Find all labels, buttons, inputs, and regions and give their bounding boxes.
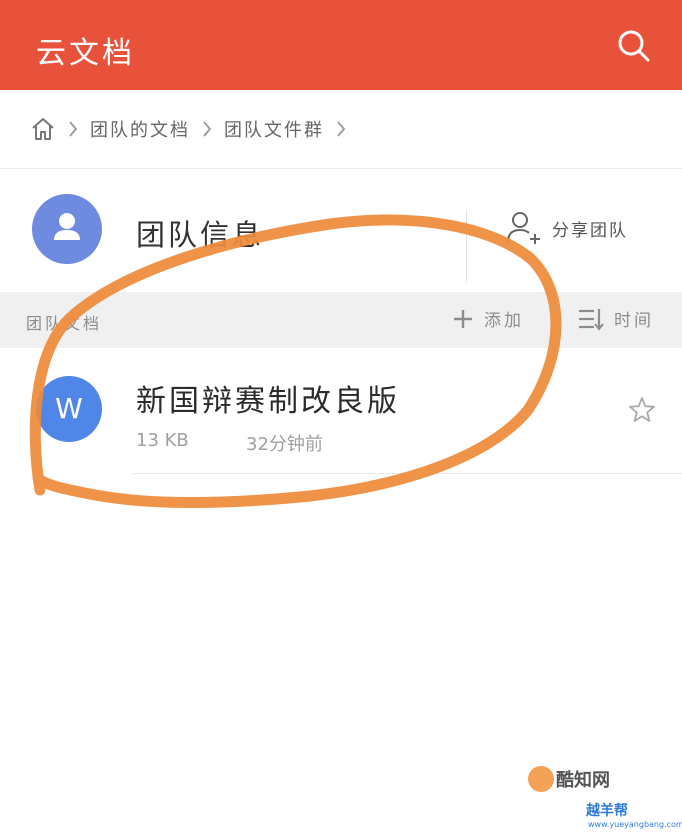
watermark-circle-icon [528, 766, 554, 792]
breadcrumb: 团队的文档 团队文件群 [0, 90, 682, 169]
watermark-text-secondary: 越羊帮 [586, 803, 628, 819]
file-list-item[interactable]: W 新国辩赛制改良版 13 KB 32分钟前 [0, 348, 682, 474]
file-size: 13 KB [136, 430, 189, 451]
file-modified-time: 32分钟前 [246, 434, 323, 455]
team-info-title[interactable]: 团队信息 [136, 212, 264, 254]
share-team-button[interactable]: 分享团队 [504, 208, 628, 248]
chevron-right-icon [337, 121, 346, 137]
app-title: 云文档 [36, 36, 135, 71]
team-avatar[interactable] [32, 194, 102, 264]
file-name: 新国辩赛制改良版 [136, 384, 400, 419]
search-button[interactable] [612, 24, 656, 68]
section-header: 团队文档 添加 时间 [0, 292, 682, 348]
add-person-icon [507, 212, 540, 244]
plus-icon [454, 309, 472, 328]
add-label: 添加 [484, 311, 524, 331]
word-doc-icon: W [36, 376, 102, 442]
sort-label: 时间 [614, 311, 654, 331]
search-icon [618, 30, 650, 62]
sort-icon [579, 308, 604, 331]
add-button[interactable]: 添加 [452, 306, 524, 331]
chevron-right-icon [69, 121, 78, 137]
watermark-logo: 酷知网 越羊帮 www.yueyangbang.com [522, 760, 682, 832]
person-icon [54, 213, 80, 240]
star-icon [629, 397, 655, 422]
breadcrumb-item-team-docs[interactable]: 团队的文档 [90, 116, 190, 142]
divider [466, 210, 467, 282]
section-label: 团队文档 [26, 314, 103, 333]
watermark-text: 酷知网 [556, 770, 610, 791]
watermark-url: www.yueyangbang.com [588, 820, 682, 829]
sort-button[interactable]: 时间 [578, 306, 654, 331]
chevron-right-icon [203, 121, 212, 137]
breadcrumb-item-team-group[interactable]: 团队文件群 [224, 116, 324, 142]
app-header: 云文档 [0, 0, 682, 90]
divider [132, 473, 682, 474]
favorite-button[interactable] [628, 396, 656, 424]
home-icon[interactable] [30, 116, 56, 142]
share-team-label: 分享团队 [552, 220, 628, 241]
